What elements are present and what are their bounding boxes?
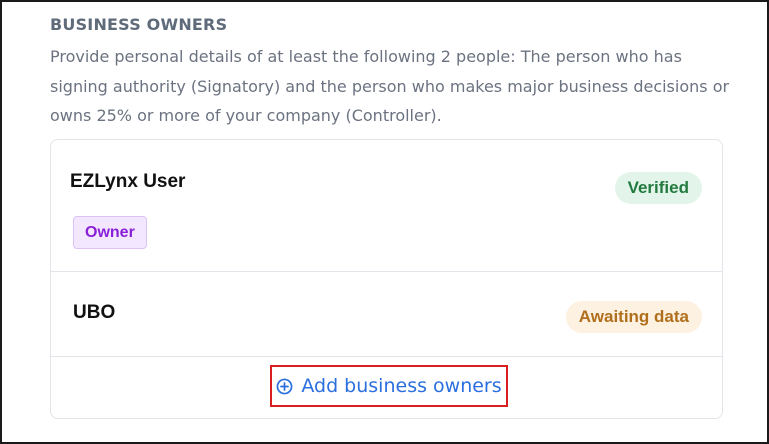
role-tag-owner: Owner <box>73 216 147 249</box>
status-badge-awaiting: Awaiting data <box>565 301 702 333</box>
owner-name: EZLynx User <box>70 171 186 192</box>
add-business-owners-button[interactable]: Add business owners <box>270 365 508 407</box>
owner-row[interactable]: UBO Awaiting data <box>51 272 722 357</box>
add-owner-row: Add business owners <box>51 357 722 418</box>
status-badge-verified: Verified <box>614 172 702 204</box>
plus-circle-icon <box>276 378 293 394</box>
owner-row[interactable]: EZLynx User Verified Owner <box>51 140 722 272</box>
section-title: BUSINESS OWNERS <box>50 15 228 34</box>
add-business-owners-label: Add business owners <box>301 375 502 397</box>
owner-name: UBO <box>73 302 116 323</box>
business-owners-list: EZLynx User Verified Owner UBO Awaiting … <box>50 139 723 419</box>
screenshot-frame: BUSINESS OWNERS Provide personal details… <box>0 0 769 444</box>
section-description: Provide personal details of at least the… <box>50 47 730 125</box>
